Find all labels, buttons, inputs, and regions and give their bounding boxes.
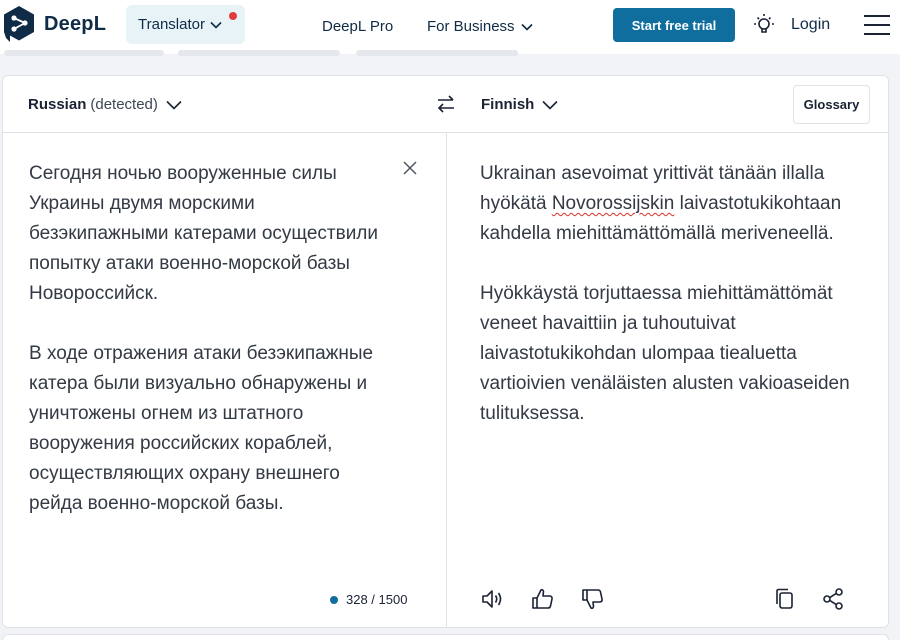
translator-label: Translator bbox=[138, 16, 205, 33]
swap-languages-icon[interactable] bbox=[435, 93, 457, 115]
subnav-shadow bbox=[4, 50, 164, 56]
target-language-select[interactable]: Finnish bbox=[481, 96, 558, 113]
nav-deepl-pro-label: DeepL Pro bbox=[322, 18, 394, 35]
chevron-down-icon bbox=[166, 100, 182, 110]
hamburger-menu-icon[interactable] bbox=[864, 15, 890, 37]
translator-card: Russian (detected) Finnish Glossary Сего… bbox=[2, 75, 889, 628]
thumbs-down-icon[interactable] bbox=[580, 586, 606, 612]
character-count: 328 / 1500 bbox=[346, 592, 408, 607]
share-icon[interactable] bbox=[820, 586, 846, 612]
detected-label: (detected) bbox=[90, 96, 158, 113]
chevron-down-icon bbox=[520, 23, 533, 31]
translation-output[interactable]: Ukrainan asevoimat yrittivät tänään illa… bbox=[480, 159, 875, 429]
source-language-select[interactable]: Russian (detected) bbox=[28, 96, 182, 113]
notification-dot bbox=[229, 12, 237, 20]
translator-menu-button[interactable]: Translator bbox=[126, 5, 245, 44]
subnav-shadow bbox=[356, 50, 518, 56]
target-language-name: Finnish bbox=[481, 96, 535, 113]
copy-icon[interactable] bbox=[772, 586, 798, 612]
chevron-down-icon bbox=[542, 100, 558, 110]
flagged-word[interactable]: Novorossijskin bbox=[552, 193, 674, 214]
nav-deepl-pro[interactable]: DeepL Pro bbox=[322, 18, 393, 35]
speaker-icon[interactable] bbox=[479, 586, 505, 612]
pane-divider bbox=[446, 133, 447, 628]
character-counter: 328 / 1500 bbox=[330, 592, 407, 607]
translation-text-rest: laivastotukikohtaan kahdella miehittämät… bbox=[480, 193, 850, 424]
login-link[interactable]: Login bbox=[791, 16, 830, 34]
glossary-button[interactable]: Glossary bbox=[793, 85, 870, 124]
nav-for-business-label: For Business bbox=[427, 18, 515, 35]
clear-text-icon[interactable] bbox=[402, 160, 418, 176]
counter-dot bbox=[330, 595, 338, 604]
next-card-edge bbox=[2, 634, 889, 640]
nav-for-business[interactable]: For Business bbox=[427, 18, 533, 35]
deepl-logo-icon bbox=[4, 6, 34, 42]
lightbulb-icon[interactable] bbox=[753, 13, 775, 37]
start-free-trial-button[interactable]: Start free trial bbox=[613, 8, 735, 42]
chevron-down-icon bbox=[210, 21, 222, 29]
source-text-input[interactable]: Сегодня ночью вооруженные силы Украины д… bbox=[29, 159, 389, 519]
language-bar: Russian (detected) Finnish Glossary bbox=[3, 76, 888, 133]
subnav-shadow bbox=[178, 50, 340, 56]
deepl-logo[interactable]: DeepL bbox=[0, 4, 106, 44]
top-header: DeepL Translator DeepL Pro For Business … bbox=[0, 0, 900, 54]
thumbs-up-icon[interactable] bbox=[530, 586, 556, 612]
source-language-name: Russian bbox=[28, 96, 87, 113]
brand-name: DeepL bbox=[44, 12, 107, 35]
